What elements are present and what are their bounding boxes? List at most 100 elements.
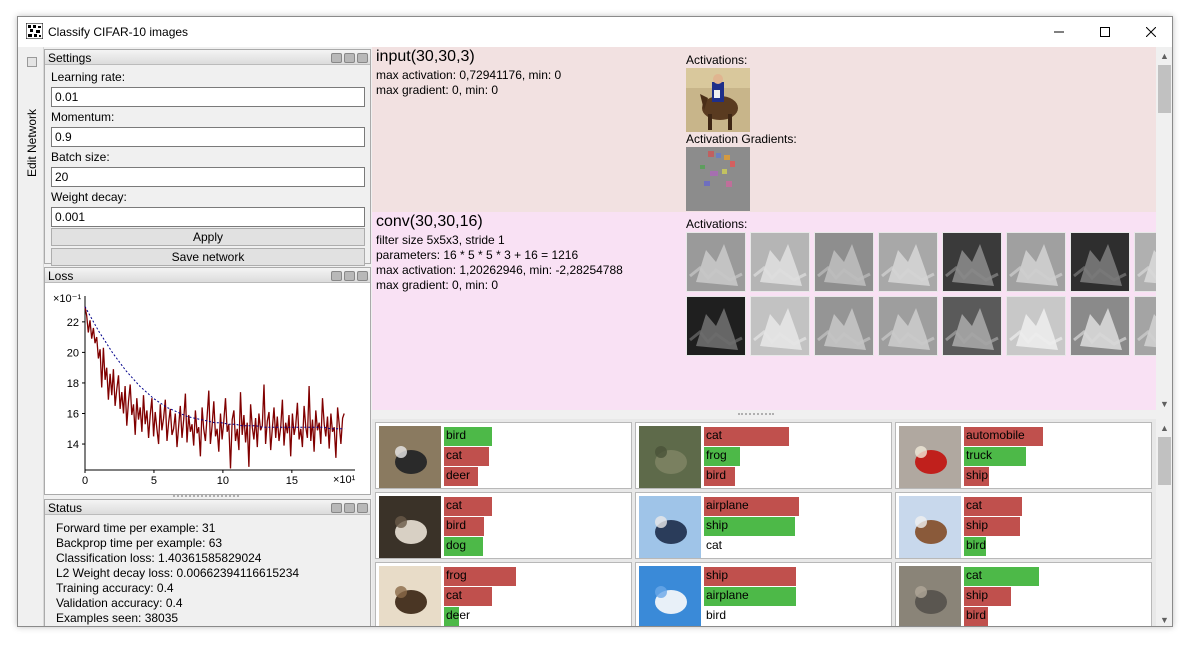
prediction-cell: bird cat deer	[375, 422, 632, 489]
apply-button[interactable]: Apply	[51, 228, 365, 246]
close-icon[interactable]	[357, 271, 368, 281]
batch-size-field[interactable]	[51, 167, 365, 187]
close-icon[interactable]	[357, 53, 368, 63]
network-view: input(30,30,3) max activation: 0,7294117…	[372, 47, 1172, 626]
prediction-row: frog	[704, 446, 856, 466]
layers-scrollbar[interactable]: ▲ ▼	[1156, 47, 1172, 410]
class-label: cat	[446, 448, 463, 462]
prediction-row: ship	[964, 586, 1116, 606]
y-tick-label: 14	[67, 439, 79, 451]
prediction-row: ship	[964, 466, 1116, 486]
class-label: ship	[966, 518, 989, 532]
title-bar: Classify CIFAR-10 images	[18, 17, 1172, 47]
loss-header: Loss	[45, 268, 370, 283]
class-label: cat	[446, 588, 463, 602]
class-label: deer	[446, 468, 471, 482]
class-label: bird	[706, 608, 727, 622]
prediction-row: deer	[444, 466, 596, 486]
sample-image	[899, 566, 961, 626]
prediction-row: ship	[704, 516, 856, 536]
prediction-cell: cat ship bird	[895, 492, 1152, 559]
minimize-icon[interactable]	[344, 53, 355, 63]
layer-title: input(30,30,3)	[376, 48, 475, 65]
class-label: cat	[966, 568, 983, 582]
scroll-down-icon[interactable]: ▼	[1156, 399, 1172, 409]
close-button[interactable]	[1128, 17, 1172, 47]
view-splitter[interactable]	[738, 413, 774, 415]
momentum-label: Momentum:	[51, 110, 115, 124]
edit-network-tab[interactable]: Edit Network	[25, 77, 39, 187]
class-label: cat	[706, 428, 723, 442]
app-icon	[26, 23, 43, 39]
class-label: bird	[966, 538, 987, 552]
layer-info-line: filter size 5x5x3, stride 1	[376, 233, 505, 247]
scrollbar-thumb[interactable]	[1158, 65, 1171, 113]
loss-chart: ×10⁻¹ ×10¹ 14 16 18 20 22 0 5 10 15	[53, 293, 356, 487]
prediction-row: dog	[444, 536, 596, 556]
y-tick-label: 20	[67, 347, 79, 359]
x-tick-label: 0	[82, 475, 88, 487]
sample-image	[639, 496, 701, 558]
prediction-cell: cat ship bird	[895, 562, 1152, 626]
activations-label: Activations:	[686, 217, 748, 231]
status-line: Examples seen: 38035	[56, 611, 179, 625]
layer-info: max activation: 0,72941176, min: 0 max g…	[376, 68, 561, 98]
minimize-icon[interactable]	[344, 271, 355, 281]
feature-map-13	[942, 296, 1002, 356]
prediction-row: ship	[964, 516, 1116, 536]
y-tick-label: 16	[67, 408, 79, 420]
sample-image	[379, 566, 441, 626]
feature-map-8	[1134, 232, 1156, 292]
scroll-up-icon[interactable]: ▲	[1156, 423, 1172, 433]
class-label: truck	[966, 448, 993, 462]
scroll-down-icon[interactable]: ▼	[1156, 615, 1172, 625]
feature-map-12	[878, 296, 938, 356]
close-icon[interactable]	[357, 503, 368, 513]
prediction-row: cat	[964, 496, 1116, 516]
panel-splitter[interactable]	[173, 495, 239, 497]
loss-panel: Loss ×10⁻¹ ×10¹ 14 16 18 20 22 0 5 10 15	[44, 267, 371, 495]
restore-icon[interactable]	[331, 271, 342, 281]
feature-map-14	[1006, 296, 1066, 356]
dock-float-button[interactable]	[27, 57, 37, 67]
feature-map-11	[814, 296, 874, 356]
feature-map-9	[686, 296, 746, 356]
feature-map-16	[1134, 296, 1156, 356]
scrollbar-thumb[interactable]	[1158, 437, 1171, 485]
scroll-up-icon[interactable]: ▲	[1156, 51, 1172, 61]
layer-info-line: max gradient: 0, min: 0	[376, 278, 499, 292]
status-title: Status	[48, 501, 83, 515]
sample-image	[899, 426, 961, 488]
settings-title: Settings	[48, 51, 92, 65]
predictions-scrollbar[interactable]: ▲ ▼	[1156, 419, 1172, 626]
prediction-cell: frog cat deer	[375, 562, 632, 626]
maximize-button[interactable]	[1082, 17, 1128, 47]
restore-icon[interactable]	[331, 53, 342, 63]
restore-icon[interactable]	[331, 503, 342, 513]
class-label: ship	[706, 518, 729, 532]
class-label: ship	[706, 568, 729, 582]
sample-image	[379, 496, 441, 558]
layer-info-line: max activation: 0,72941176, min: 0	[376, 68, 562, 82]
status-panel: Status Forward time per example: 31 Back…	[44, 499, 371, 626]
layer-title: conv(30,30,16)	[376, 213, 483, 230]
main-window: Classify CIFAR-10 images Edit Network Se…	[17, 16, 1173, 627]
class-label: ship	[966, 468, 989, 482]
minimize-icon[interactable]	[344, 503, 355, 513]
dock-strip: Edit Network	[18, 47, 44, 626]
momentum-field[interactable]	[51, 127, 365, 147]
prediction-row: cat	[704, 426, 856, 446]
minimize-button[interactable]	[1036, 17, 1082, 47]
window-title: Classify CIFAR-10 images	[48, 25, 189, 39]
status-line: Validation accuracy: 0.4	[56, 596, 183, 610]
batch-size-label: Batch size:	[51, 150, 110, 164]
class-label: automobile	[966, 428, 1025, 442]
class-label: airplane	[706, 498, 749, 512]
panel-controls	[329, 52, 368, 66]
weight-decay-field[interactable]	[51, 207, 365, 227]
prediction-row: airplane	[704, 586, 856, 606]
learning-rate-field[interactable]	[51, 87, 365, 107]
prediction-row: bird	[704, 466, 856, 486]
save-network-button[interactable]: Save network	[51, 248, 365, 266]
class-label: cat	[966, 498, 983, 512]
